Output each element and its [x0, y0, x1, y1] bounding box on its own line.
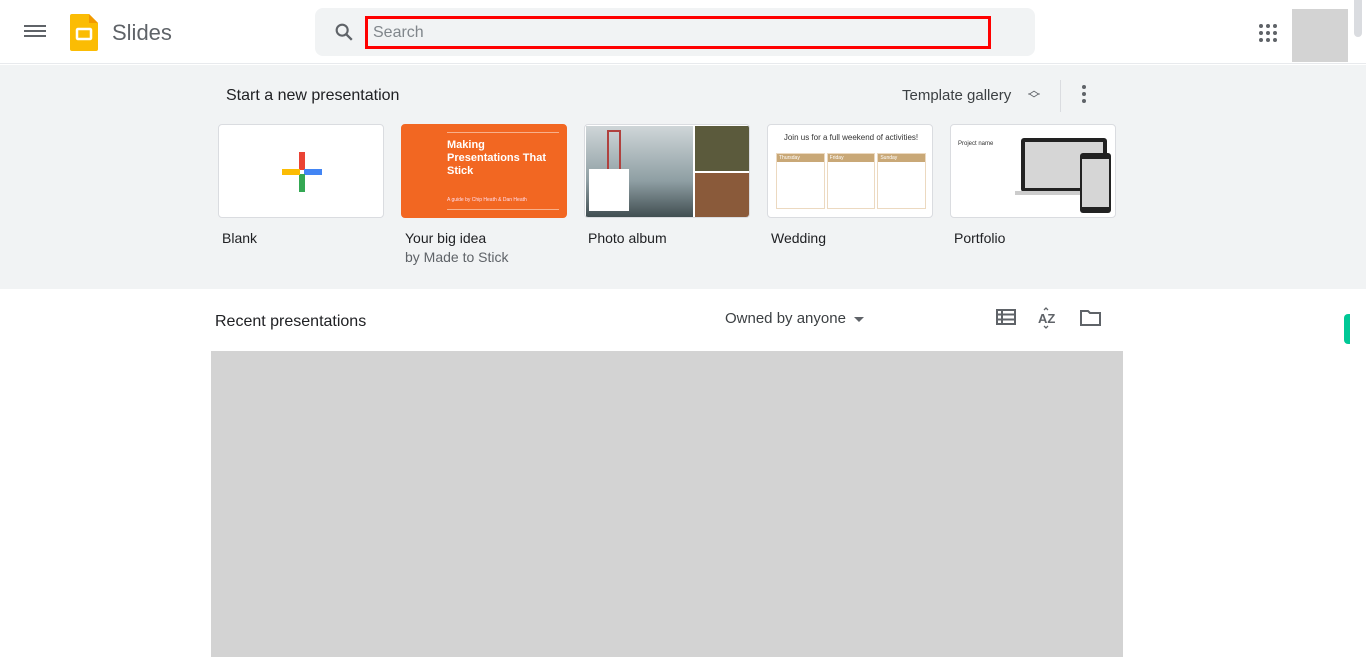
template-gallery-button[interactable]: Template gallery [902, 87, 1011, 104]
dropdown-arrow-icon [853, 316, 864, 322]
unfold-icon[interactable]: ︿ ﹀ [1028, 84, 1040, 105]
app-title[interactable]: Slides [112, 20, 172, 46]
search-bar [315, 8, 1035, 56]
scrollbar-thumb[interactable] [1354, 0, 1362, 37]
template-name: Portfolio [954, 230, 1006, 246]
plus-icon [282, 152, 322, 192]
template-portfolio[interactable]: Project name Portfolio [950, 124, 1116, 246]
sort-az-icon[interactable]: AZ [1037, 307, 1059, 329]
thumb-day: Sunday [878, 154, 926, 162]
thumb-subtitle: A guide by Chip Heath & Dan Heath [447, 197, 527, 203]
template-name: Blank [222, 230, 258, 246]
template-thumbnail [218, 124, 384, 218]
new-presentation-section: Start a new presentation Template galler… [0, 65, 1366, 289]
account-avatar[interactable] [1292, 9, 1348, 62]
recent-presentations-list [211, 351, 1123, 657]
search-icon[interactable] [333, 21, 355, 43]
thumb-title: Making Presentations That Stick [447, 139, 547, 177]
thumb-title: Join us for a full weekend of activities… [783, 133, 919, 142]
thumb-day: Thursday [777, 154, 824, 162]
section-title: Start a new presentation [226, 87, 400, 104]
template-thumbnail: Join us for a full weekend of activities… [767, 124, 933, 218]
template-name: Photo album [588, 230, 667, 246]
template-your-big-idea[interactable]: Making Presentations That Stick A guide … [401, 124, 567, 265]
template-thumbnail: Project name [950, 124, 1116, 218]
template-wedding[interactable]: Join us for a full weekend of activities… [767, 124, 933, 246]
main-menu-icon[interactable] [24, 22, 46, 42]
divider [1060, 80, 1061, 112]
template-name: Your big idea [405, 230, 487, 246]
google-apps-icon[interactable] [1258, 23, 1278, 43]
search-input[interactable] [365, 16, 991, 49]
folder-icon[interactable] [1080, 309, 1101, 326]
more-options-icon[interactable] [1076, 85, 1092, 106]
template-photo-album[interactable]: Photo album [584, 124, 750, 246]
slides-logo-icon[interactable] [70, 14, 98, 51]
side-panel-tab[interactable] [1344, 314, 1350, 344]
recent-presentations-title: Recent presentations [215, 313, 367, 330]
owner-filter-label: Owned by anyone [725, 310, 846, 327]
svg-text:AZ: AZ [1038, 311, 1055, 326]
template-name: Wedding [771, 230, 827, 246]
list-view-icon[interactable] [996, 309, 1016, 325]
owner-filter-dropdown[interactable]: Owned by anyone [725, 310, 864, 327]
template-author: by Made to Stick [405, 249, 509, 265]
app-header: Slides [0, 0, 1366, 64]
thumb-title: Project name [958, 141, 994, 147]
thumb-day: Friday [827, 154, 875, 162]
template-thumbnail [584, 124, 750, 218]
template-thumbnail: Making Presentations That Stick A guide … [401, 124, 567, 218]
template-blank[interactable]: Blank [218, 124, 384, 246]
